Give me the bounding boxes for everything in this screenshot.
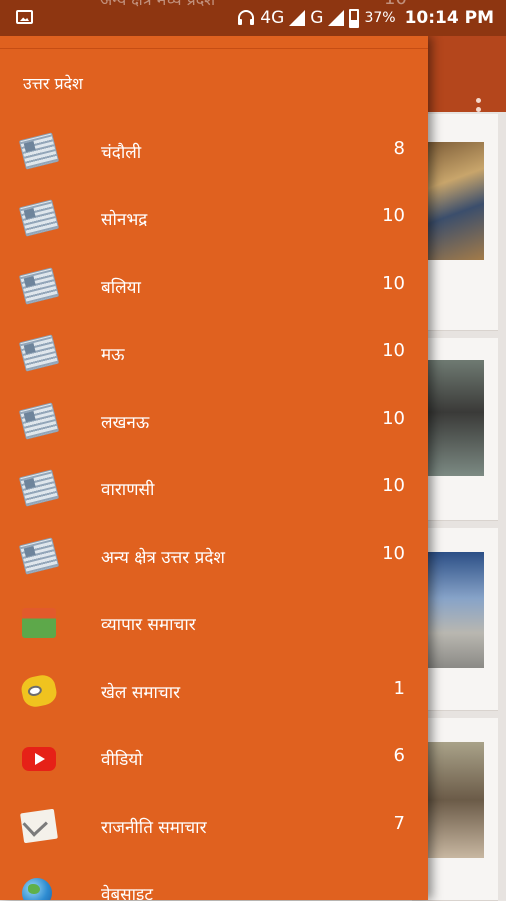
menu-item-count: 10 (382, 340, 405, 361)
navigation-drawer[interactable]: उत्तर प्रदेश चंदौली 8 सोनभद्र 10 बलिया 1… (0, 36, 428, 900)
newspaper-icon (18, 469, 60, 507)
menu-item-count: 10 (382, 205, 405, 226)
menu-item-sonbhadra[interactable]: सोनभद्र 10 (0, 185, 428, 252)
divider (0, 48, 428, 49)
menu-item-label: लखनऊ (101, 413, 150, 433)
menu-item-label: राजनीति समाचार (101, 818, 207, 838)
menu-item-mau[interactable]: मऊ 10 (0, 320, 428, 387)
globe-icon (22, 878, 52, 900)
menu-item-politics-news[interactable]: राजनीति समाचार 7 (0, 793, 428, 860)
menu-item-ballia[interactable]: बलिया 10 (0, 253, 428, 320)
menu-item-varanasi[interactable]: वाराणसी 10 (0, 455, 428, 522)
menu-item-website[interactable]: वेबसाइट (0, 860, 428, 900)
sports-icon (19, 672, 59, 710)
menu-item-count: 10 (382, 408, 405, 429)
newspaper-icon (18, 334, 60, 372)
menu-item-label: सोनभद्र (101, 210, 148, 230)
newspaper-icon (18, 132, 60, 170)
network-g-label: G (310, 8, 324, 28)
battery-percent: 37% (364, 10, 396, 26)
menu-item-count: 10 (382, 543, 405, 564)
news-thumbnail (420, 742, 484, 858)
menu-item-label: वाराणसी (101, 480, 155, 500)
gallery-notification-icon (16, 10, 33, 24)
newspaper-icon (18, 537, 60, 575)
menu-item-count: 10 (382, 475, 405, 496)
menu-item-label: व्यापार समाचार (101, 615, 196, 635)
menu-item-sports-news[interactable]: खेल समाचार 1 (0, 658, 428, 725)
signal-icon (289, 10, 306, 26)
signal-icon (328, 10, 345, 26)
section-title: उत्तर प्रदेश (23, 74, 83, 93)
menu-item-count: 7 (393, 813, 405, 834)
newspaper-icon (18, 199, 60, 237)
news-thumbnail (420, 552, 484, 668)
clock: 10:14 PM (404, 8, 494, 28)
politics-icon (20, 808, 58, 844)
network-4g-label: 4G (260, 8, 285, 28)
newspaper-icon (18, 402, 60, 440)
menu-item-count: 1 (393, 678, 405, 699)
newspaper-icon (18, 267, 60, 305)
menu-item-label: वीडियो (101, 750, 143, 770)
battery-icon (349, 8, 360, 28)
menu-item-other-up[interactable]: अन्य क्षेत्र उत्तर प्रदेश 10 (0, 523, 428, 590)
menu-item-count: 6 (393, 745, 405, 766)
status-bar: अन्य क्षेत्र मध्य प्रदेश 10 4G G 37% 10:… (0, 0, 506, 36)
menu-item-video[interactable]: वीडियो 6 (0, 725, 428, 792)
menu-item-count: 8 (393, 138, 405, 159)
menu-item-business-news[interactable]: व्यापार समाचार (0, 590, 428, 657)
news-thumbnail (420, 142, 484, 260)
scrolled-item-label: अन्य क्षेत्र मध्य प्रदेश (100, 0, 215, 10)
news-thumbnail (420, 360, 484, 476)
menu-item-count: 10 (382, 273, 405, 294)
menu-item-label: अन्य क्षेत्र उत्तर प्रदेश (101, 548, 225, 568)
youtube-icon (22, 747, 56, 771)
menu-item-lucknow[interactable]: लखनऊ 10 (0, 388, 428, 455)
menu-item-label: चंदौली (101, 143, 142, 163)
menu-item-chandauli[interactable]: चंदौली 8 (0, 118, 428, 185)
menu-item-label: वेबसाइट (101, 885, 153, 900)
shopping-bag-icon (22, 608, 56, 638)
menu-item-label: खेल समाचार (101, 683, 181, 703)
menu-item-label: मऊ (101, 345, 125, 365)
menu-item-label: बलिया (101, 278, 141, 298)
headset-icon (238, 10, 255, 25)
